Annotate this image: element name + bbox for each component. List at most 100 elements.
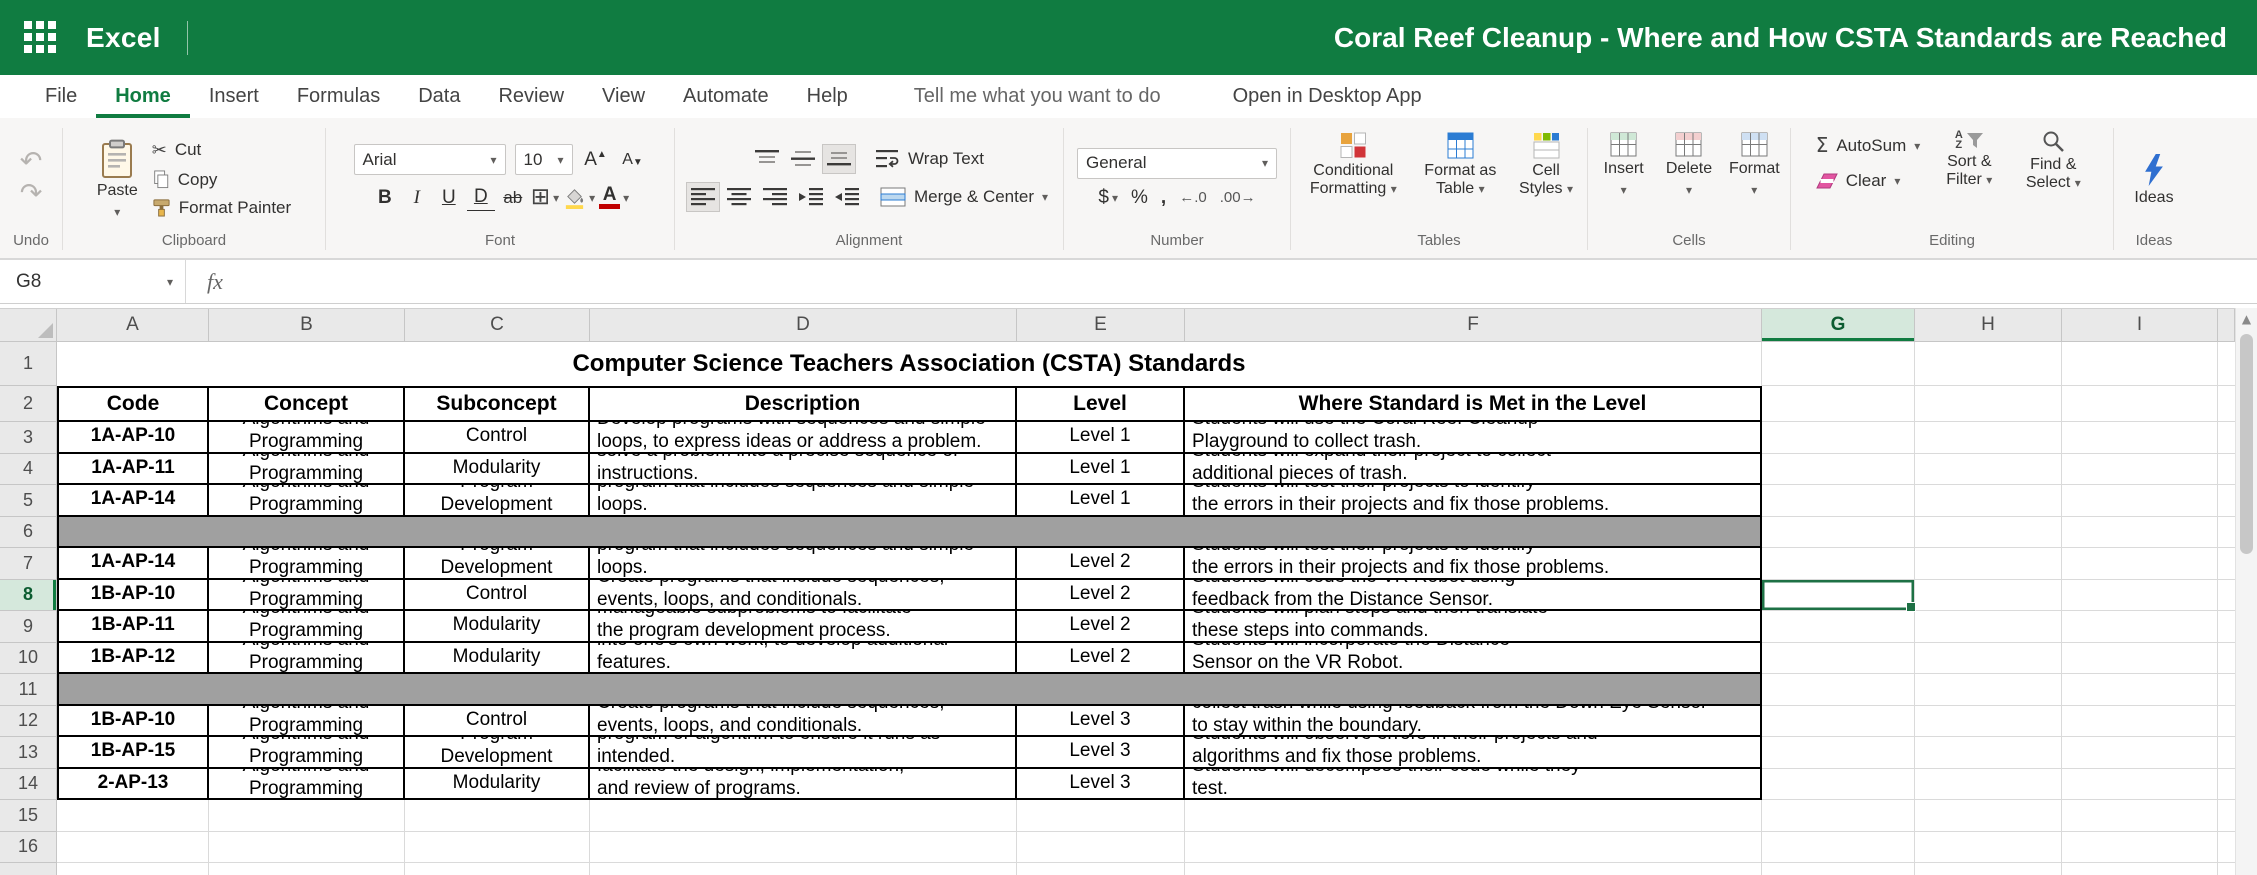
row-header-14[interactable]: 14: [0, 769, 57, 801]
cell-H11[interactable]: [1915, 674, 2062, 706]
cell-E13[interactable]: Level 3: [1017, 737, 1185, 769]
cell-E16[interactable]: [1017, 832, 1185, 864]
cell-A17[interactable]: [57, 863, 209, 875]
cell-I12[interactable]: [2062, 706, 2218, 738]
decrease-indent-button[interactable]: [794, 182, 828, 212]
menu-automate[interactable]: Automate: [664, 75, 788, 118]
cell-A3[interactable]: 1A-AP-10: [57, 422, 209, 454]
autosum-button[interactable]: ΣAutoSum▾: [1812, 132, 1925, 159]
row-header-10[interactable]: 10: [0, 643, 57, 675]
name-box[interactable]: G8 ▾: [0, 260, 186, 303]
column-header-E[interactable]: E: [1017, 309, 1185, 342]
ideas-button[interactable]: Ideas: [2130, 150, 2177, 207]
header-cell-D2[interactable]: Description: [590, 386, 1017, 422]
find-select-button[interactable]: Find & Select ▾: [2014, 126, 2092, 192]
cell-D5[interactable]: program that includes sequences and simp…: [590, 485, 1017, 517]
cell-F15[interactable]: [1185, 800, 1762, 832]
borders-button[interactable]: ⊞▾: [531, 186, 559, 209]
format-cells-button[interactable]: Format▾: [1725, 128, 1784, 199]
increase-font-size-button[interactable]: A▲: [582, 145, 610, 174]
row-header-8[interactable]: 8: [0, 580, 57, 612]
merge-center-button[interactable]: Merge & Center▾: [876, 185, 1052, 209]
cell-G17[interactable]: [1762, 863, 1915, 875]
number-format-select[interactable]: General▾: [1077, 148, 1277, 179]
cell-A12[interactable]: 1B-AP-10: [57, 706, 209, 738]
cell-G6[interactable]: [1762, 517, 1915, 549]
cell-H8[interactable]: [1915, 580, 2062, 612]
cell-H2[interactable]: [1915, 386, 2062, 422]
cell-B3[interactable]: Algorithms andProgramming: [209, 422, 405, 454]
fill-color-button[interactable]: ▾: [563, 186, 595, 209]
cell-C12[interactable]: Control: [405, 706, 590, 738]
cell-H12[interactable]: [1915, 706, 2062, 738]
cell-I14[interactable]: [2062, 769, 2218, 801]
cell-F7[interactable]: Students will test their projects to ide…: [1185, 548, 1762, 580]
cell-H7[interactable]: [1915, 548, 2062, 580]
cell-B4[interactable]: Algorithms andProgramming: [209, 454, 405, 486]
cell-F9[interactable]: Students will plan steps and then transl…: [1185, 611, 1762, 643]
row-header-3[interactable]: 3: [0, 422, 57, 454]
cell-C17[interactable]: [405, 863, 590, 875]
cell-C9[interactable]: Modularity: [405, 611, 590, 643]
cell-F14[interactable]: Students will decompose their code while…: [1185, 769, 1762, 801]
increase-indent-button[interactable]: [830, 182, 864, 212]
cell-E15[interactable]: [1017, 800, 1185, 832]
header-cell-F2[interactable]: Where Standard is Met in the Level: [1185, 386, 1762, 422]
row-header-9[interactable]: 9: [0, 611, 57, 643]
cell-F17[interactable]: [1185, 863, 1762, 875]
underline-button[interactable]: U: [435, 183, 463, 212]
cell-C15[interactable]: [405, 800, 590, 832]
cell-A14[interactable]: 2-AP-13: [57, 769, 209, 801]
comma-format-button[interactable]: ,: [1161, 187, 1166, 209]
row-header-6[interactable]: 6: [0, 517, 57, 549]
cell-D4[interactable]: solve a problem into a precise sequence …: [590, 454, 1017, 486]
cell-I1[interactable]: [2062, 342, 2218, 386]
decrease-font-size-button[interactable]: A▼: [619, 145, 647, 174]
decrease-decimal-button[interactable]: .00→: [1220, 189, 1256, 206]
align-center-button[interactable]: [722, 182, 756, 212]
cell-A9[interactable]: 1B-AP-11: [57, 611, 209, 643]
cell-D14[interactable]: facilitate the design, implementation,an…: [590, 769, 1017, 801]
cell-D12[interactable]: Create programs that include sequences,e…: [590, 706, 1017, 738]
column-header-I[interactable]: I: [2062, 309, 2218, 342]
cell-D7[interactable]: program that includes sequences and simp…: [590, 548, 1017, 580]
row-header-1[interactable]: 1: [0, 342, 57, 386]
cell-E9[interactable]: Level 2: [1017, 611, 1185, 643]
header-cell-B2[interactable]: Concept: [209, 386, 405, 422]
cell-I9[interactable]: [2062, 611, 2218, 643]
cell-B10[interactable]: Algorithms andProgramming: [209, 643, 405, 675]
cell-B14[interactable]: Algorithms andProgramming: [209, 769, 405, 801]
menu-home[interactable]: Home: [96, 75, 190, 118]
cell-I17[interactable]: [2062, 863, 2218, 875]
cell-H14[interactable]: [1915, 769, 2062, 801]
title-cell[interactable]: Computer Science Teachers Association (C…: [57, 342, 1762, 386]
tell-me-box[interactable]: Tell me what you want to do: [895, 75, 1180, 118]
wrap-text-button[interactable]: Wrap Text: [872, 147, 988, 171]
align-left-button[interactable]: [686, 182, 720, 212]
cell-styles-button[interactable]: Cell Styles ▾: [1511, 128, 1581, 198]
column-header-D[interactable]: D: [590, 309, 1017, 342]
copy-button[interactable]: Copy: [148, 168, 222, 192]
bottom-align-button[interactable]: [822, 144, 856, 174]
cell-G14[interactable]: [1762, 769, 1915, 801]
header-cell-A2[interactable]: Code: [57, 386, 209, 422]
select-all-button[interactable]: [0, 309, 57, 342]
cell-I15[interactable]: [2062, 800, 2218, 832]
formula-input[interactable]: [244, 260, 2257, 303]
cell-H15[interactable]: [1915, 800, 2062, 832]
cell-I4[interactable]: [2062, 454, 2218, 486]
cell-C3[interactable]: Control: [405, 422, 590, 454]
italic-button[interactable]: I: [403, 183, 431, 212]
cell-I16[interactable]: [2062, 832, 2218, 864]
cell-F4[interactable]: Students will expand their project to co…: [1185, 454, 1762, 486]
font-size-select[interactable]: 10▾: [515, 144, 573, 175]
cell-C8[interactable]: Control: [405, 580, 590, 612]
cell-E12[interactable]: Level 3: [1017, 706, 1185, 738]
cell-D3[interactable]: Develop programs with sequences and simp…: [590, 422, 1017, 454]
cell-I6[interactable]: [2062, 517, 2218, 549]
cell-A13[interactable]: 1B-AP-15: [57, 737, 209, 769]
cell-E4[interactable]: Level 1: [1017, 454, 1185, 486]
insert-cells-button[interactable]: Insert▾: [1594, 128, 1653, 199]
row-header-11[interactable]: 11: [0, 674, 57, 706]
font-name-select[interactable]: Arial▾: [354, 144, 506, 175]
